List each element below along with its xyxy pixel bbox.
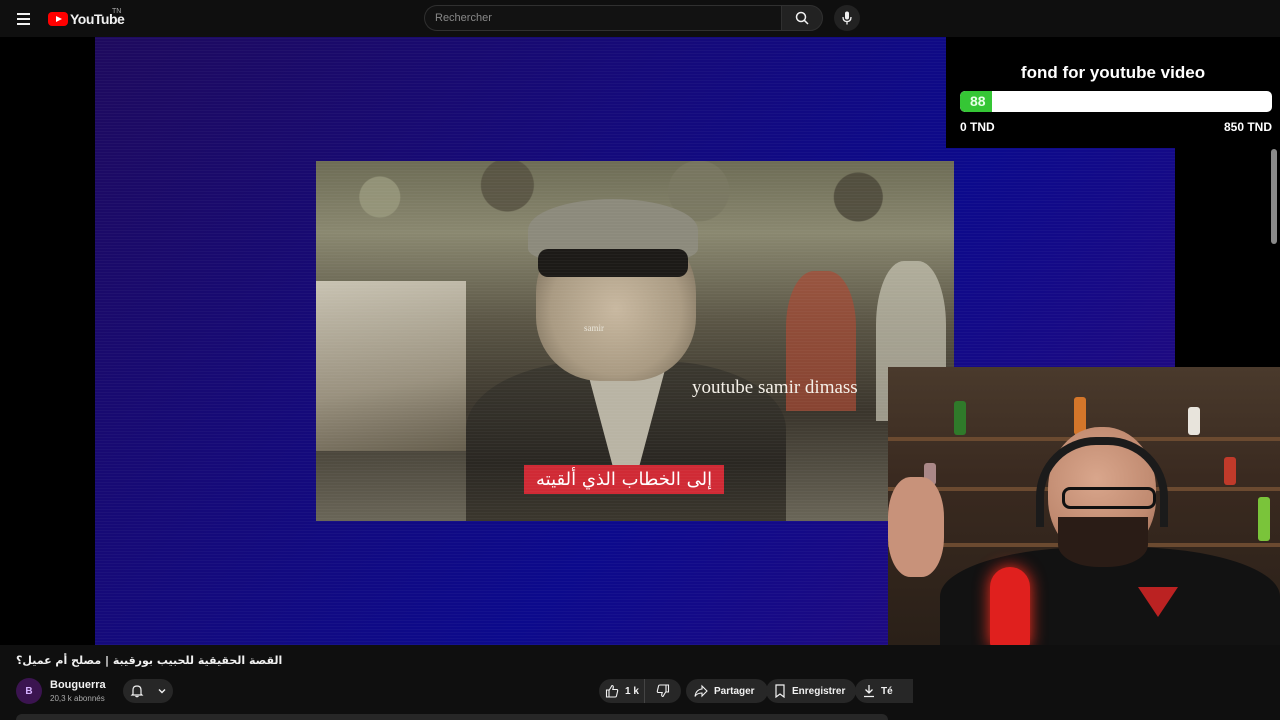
thumb-up-icon [605, 684, 619, 698]
avatar[interactable]: B [16, 678, 42, 704]
scrollbar-thumb[interactable] [1271, 149, 1277, 244]
search-button[interactable] [781, 5, 823, 31]
thumb-down-icon [656, 684, 670, 698]
fund-current-value: 88 [970, 93, 986, 109]
description-box[interactable] [16, 714, 888, 720]
like-count: 1 k [625, 685, 639, 697]
video-title: القصة الحقيقية للحبيب بورقيبة | مصلح أم … [16, 654, 283, 667]
webcam-overlay [888, 367, 1280, 645]
watermark-text: youtube samir dimass [692, 377, 858, 398]
share-label: Partager [714, 685, 755, 697]
microphone [990, 567, 1030, 645]
watermark-small: samir [584, 323, 604, 333]
fund-max-label: 850 TND [1223, 120, 1272, 134]
subscriber-count: 20,3 k abonnés [50, 694, 105, 703]
save-label: Enregistrer [792, 685, 846, 697]
avatar-letter: B [25, 685, 33, 697]
dislike-button[interactable] [644, 679, 681, 703]
save-button[interactable]: Enregistrer [766, 679, 856, 703]
logo-region: TN [112, 8, 122, 15]
bookmark-icon [775, 684, 785, 698]
voice-search-button[interactable] [834, 5, 860, 31]
download-icon [864, 685, 874, 698]
like-button[interactable]: 1 k [599, 679, 649, 703]
video-caption: إلى الخطاب الذي ألقيته [524, 465, 725, 494]
download-button[interactable]: Té [855, 679, 913, 703]
play-logo-icon [48, 12, 68, 26]
fundraising-overlay: fond for youtube video 88 0 TND 850 TND [946, 37, 1280, 148]
menu-icon[interactable] [12, 7, 36, 31]
bell-icon [130, 685, 143, 698]
search-input[interactable] [424, 5, 781, 31]
search-box [424, 5, 823, 31]
notifications-button[interactable] [123, 679, 173, 703]
fund-title: fond for youtube video [1020, 63, 1206, 82]
fund-progress-bar: 88 [960, 91, 1272, 112]
channel-name[interactable]: Bouguerra [50, 679, 106, 691]
video-player[interactable]: samir youtube samir dimass إلى الخطاب ال… [0, 37, 1280, 645]
download-label: Té [881, 685, 893, 697]
archival-footage: samir youtube samir dimass إلى الخطاب ال… [316, 161, 954, 521]
masthead: YouTube TN [0, 0, 1280, 37]
search-icon [795, 11, 809, 25]
share-icon [694, 684, 708, 698]
page-scrollbar[interactable] [1270, 149, 1278, 367]
fund-min-label: 0 TND [960, 120, 995, 134]
chevron-down-icon [158, 689, 165, 694]
youtube-logo[interactable]: YouTube TN [48, 8, 125, 27]
share-button[interactable]: Partager [686, 679, 768, 703]
mic-icon [842, 11, 852, 25]
